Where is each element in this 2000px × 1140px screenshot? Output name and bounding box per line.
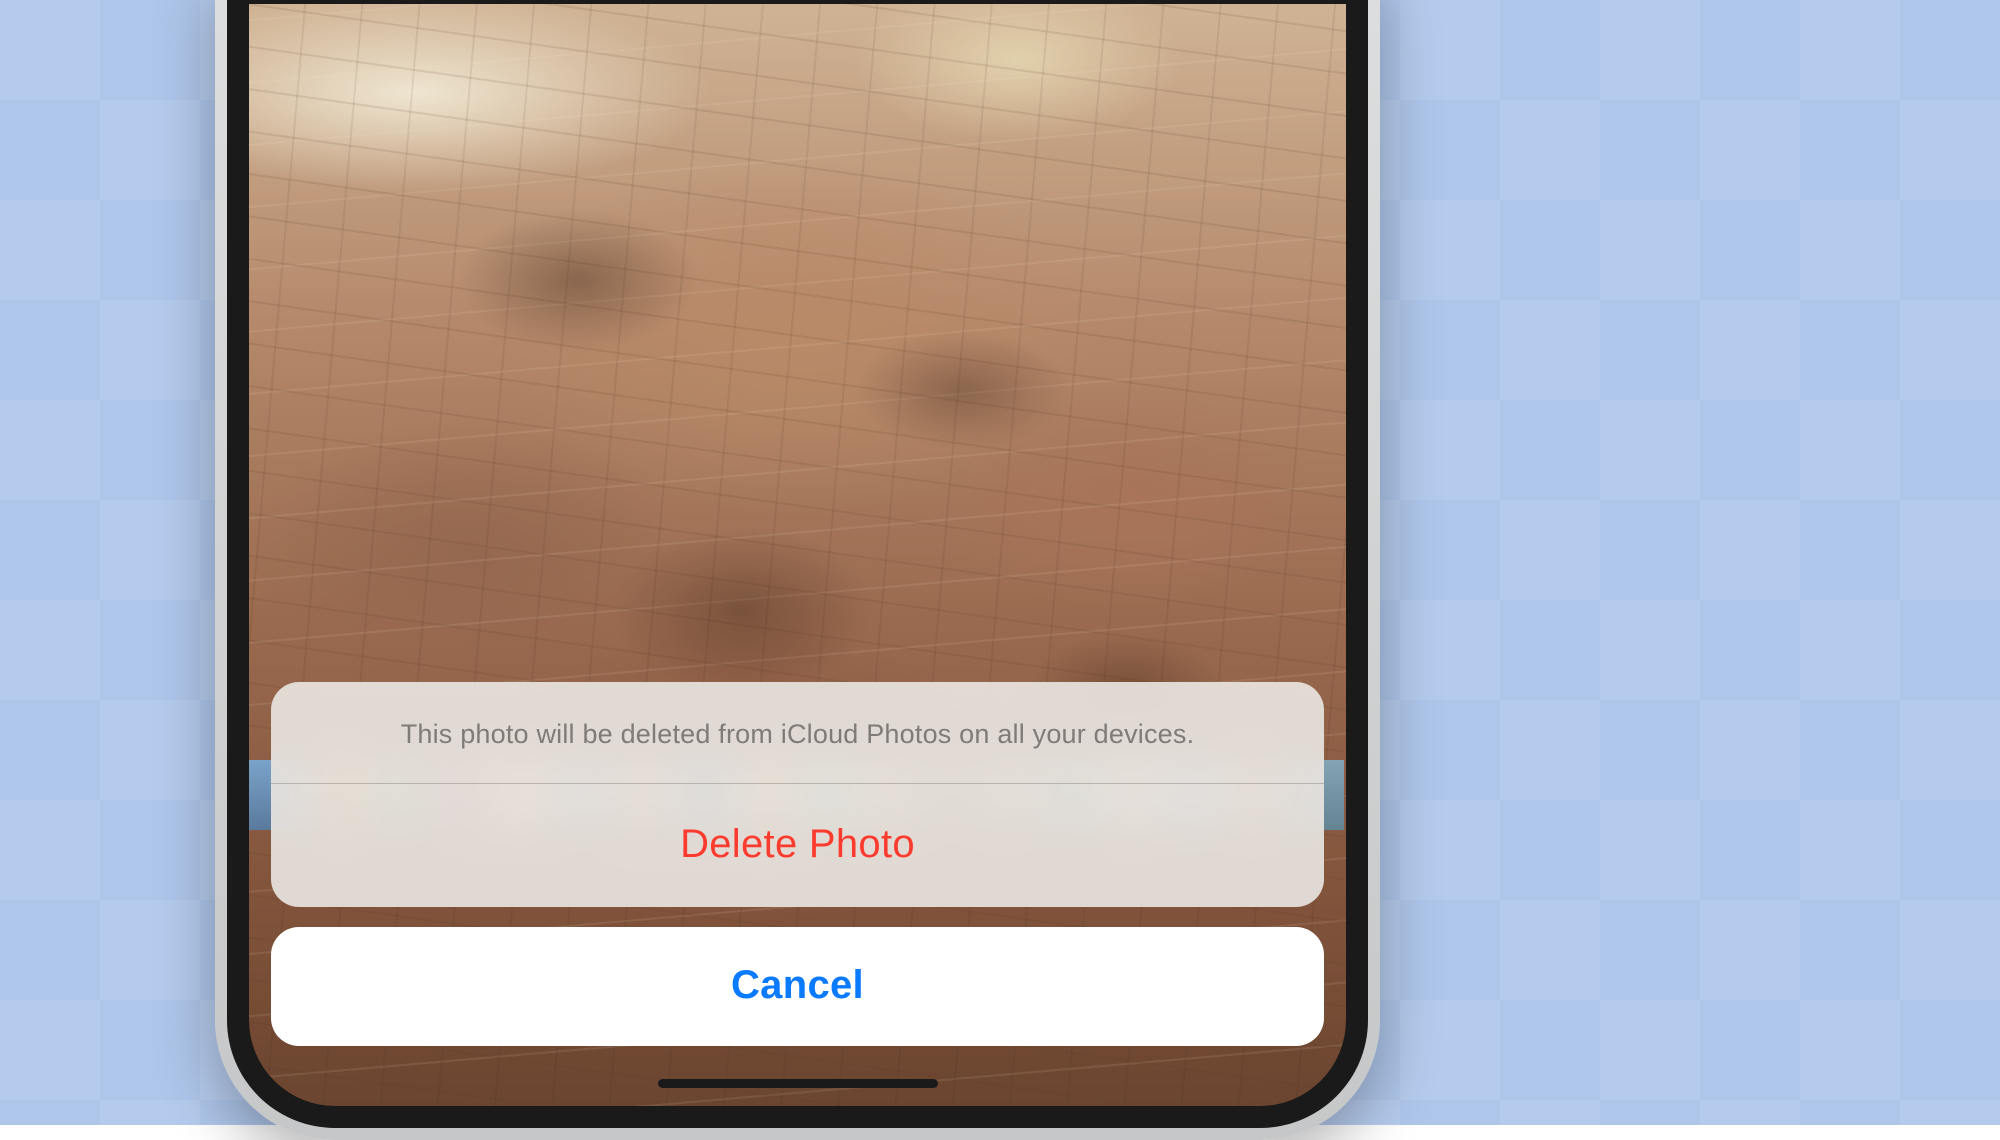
action-sheet: This photo will be deleted from iCloud P… [271, 682, 1324, 1046]
home-indicator[interactable] [658, 1079, 938, 1088]
phone-bezel: This photo will be deleted from iCloud P… [227, 0, 1368, 1128]
phone-frame: This photo will be deleted from iCloud P… [215, 0, 1380, 1140]
phone-screen: This photo will be deleted from iCloud P… [249, 4, 1346, 1106]
cancel-button[interactable]: Cancel [271, 927, 1324, 1046]
action-sheet-group: This photo will be deleted from iCloud P… [271, 682, 1324, 907]
action-sheet-message: This photo will be deleted from iCloud P… [271, 682, 1324, 783]
delete-photo-button[interactable]: Delete Photo [271, 784, 1324, 907]
